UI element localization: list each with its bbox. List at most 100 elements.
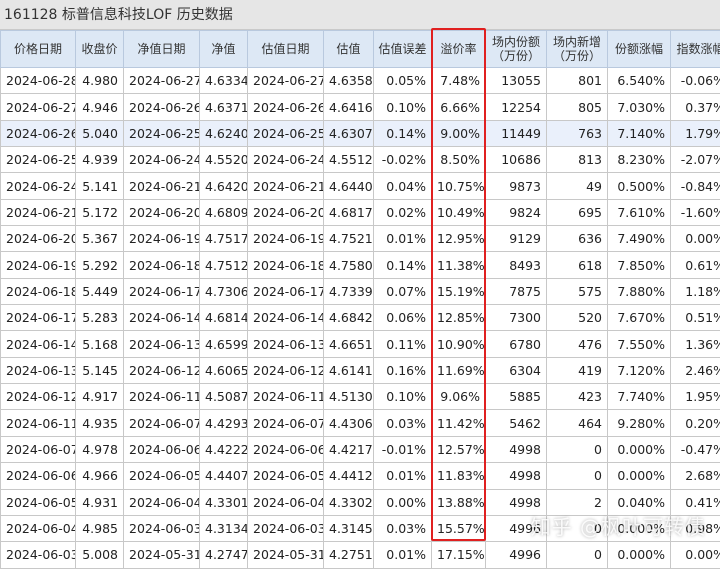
table-cell: 4.4306 [324, 410, 374, 436]
table-cell: 2024-06-13 [1, 357, 76, 383]
table-cell: 2024-06-12 [248, 357, 324, 383]
table-cell: 0.51% [671, 305, 720, 331]
column-header-label: 估值日期 [261, 42, 309, 56]
table-cell: 423 [547, 384, 608, 410]
table-cell: 4.5520 [200, 147, 248, 173]
table-cell: 10.90% [432, 331, 486, 357]
table-cell: 5.141 [76, 173, 124, 199]
table-cell: 4.3301 [200, 489, 248, 515]
table-cell: 7.740% [608, 384, 671, 410]
table-cell: 6304 [486, 357, 547, 383]
table-cell: -0.02% [374, 147, 432, 173]
table-row[interactable]: 2024-06-135.1452024-06-124.60652024-06-1… [1, 357, 720, 383]
table-row[interactable]: 2024-06-175.2832024-06-144.68142024-06-1… [1, 305, 720, 331]
column-header[interactable]: 收盘价 [76, 31, 124, 68]
table-row[interactable]: 2024-06-185.4492024-06-174.73062024-06-1… [1, 278, 720, 304]
table-cell: 4998 [486, 463, 547, 489]
table-row[interactable]: 2024-06-114.9352024-06-074.42932024-06-0… [1, 410, 720, 436]
column-header[interactable]: 净值日期 [124, 31, 200, 68]
table-cell: 2024-06-21 [248, 173, 324, 199]
column-header[interactable]: 份额涨幅 [608, 31, 671, 68]
column-header[interactable]: 估值误差 [374, 31, 432, 68]
column-header[interactable]: 场内新增（万份） [547, 31, 608, 68]
table-row[interactable]: 2024-06-245.1412024-06-214.64202024-06-2… [1, 173, 720, 199]
table-cell: 801 [547, 68, 608, 94]
table-cell: 12254 [486, 94, 547, 120]
table-cell: 0.37% [671, 94, 720, 120]
column-header[interactable]: 净值 [200, 31, 248, 68]
table-cell: 5.008 [76, 542, 124, 568]
table-row[interactable]: 2024-06-035.0082024-05-314.27472024-05-3… [1, 542, 720, 568]
column-header[interactable]: 估值日期 [248, 31, 324, 68]
column-header[interactable]: 估值 [324, 31, 374, 68]
table-row[interactable]: 2024-06-195.2922024-06-184.75122024-06-1… [1, 252, 720, 278]
table-cell: 813 [547, 147, 608, 173]
table-row[interactable]: 2024-06-145.1682024-06-134.65992024-06-1… [1, 331, 720, 357]
table-cell: 0.00% [374, 489, 432, 515]
table-row[interactable]: 2024-06-215.1722024-06-204.68092024-06-2… [1, 199, 720, 225]
page-title: 161128 标普信息科技LOF 历史数据 [0, 0, 720, 30]
table-cell: -0.06% [671, 68, 720, 94]
table-cell: 4.6651 [324, 331, 374, 357]
column-header-label: 收盘价 [81, 42, 117, 56]
table-cell: 2024-06-03 [1, 542, 76, 568]
table-cell: 464 [547, 410, 608, 436]
table-cell: 6.540% [608, 68, 671, 94]
table-cell: 4.6842 [324, 305, 374, 331]
table-cell: 2024-06-05 [1, 489, 76, 515]
table-row[interactable]: 2024-06-265.0402024-06-254.62402024-06-2… [1, 120, 720, 146]
table-cell: 5.145 [76, 357, 124, 383]
table-row[interactable]: 2024-06-284.9802024-06-274.63342024-06-2… [1, 68, 720, 94]
table-cell: 7.880% [608, 278, 671, 304]
column-header-label: 指数涨幅 [676, 42, 720, 56]
table-cell: 4.7580 [324, 252, 374, 278]
table-cell: 0.01% [374, 226, 432, 252]
table-cell: 2024-06-19 [1, 252, 76, 278]
column-header-label: 场内新增 [553, 35, 601, 49]
table-row[interactable]: 2024-06-064.9662024-06-054.44072024-06-0… [1, 463, 720, 489]
table-cell: 49 [547, 173, 608, 199]
table-cell: 7300 [486, 305, 547, 331]
column-header-label: 份额涨幅 [615, 42, 663, 56]
table-cell: 2024-06-14 [1, 331, 76, 357]
table-cell: 4.6416 [324, 94, 374, 120]
table-cell: 4.3134 [200, 515, 248, 541]
table-cell: 4.939 [76, 147, 124, 173]
table-cell: 2024-06-26 [248, 94, 324, 120]
table-cell: 695 [547, 199, 608, 225]
table-row[interactable]: 2024-06-254.9392024-06-244.55202024-06-2… [1, 147, 720, 173]
column-header-label: （万份） [492, 49, 540, 63]
table-cell: 4998 [486, 436, 547, 462]
table-cell: 5.449 [76, 278, 124, 304]
table-cell: 2024-06-05 [248, 463, 324, 489]
table-cell: 10686 [486, 147, 547, 173]
table-row[interactable]: 2024-06-274.9462024-06-264.63712024-06-2… [1, 94, 720, 120]
table-cell: 4.6141 [324, 357, 374, 383]
table-cell: 4.935 [76, 410, 124, 436]
table-cell: 1.79% [671, 120, 720, 146]
column-header[interactable]: 场内份额（万份） [486, 31, 547, 68]
column-header[interactable]: 指数涨幅 [671, 31, 720, 68]
table-cell: 0.01% [374, 463, 432, 489]
table-cell: 7.550% [608, 331, 671, 357]
table-cell: 805 [547, 94, 608, 120]
table-cell: -1.60% [671, 199, 720, 225]
table-row[interactable]: 2024-06-205.3672024-06-194.75172024-06-1… [1, 226, 720, 252]
table-cell: 0.06% [374, 305, 432, 331]
table-row[interactable]: 2024-06-124.9172024-06-114.50872024-06-1… [1, 384, 720, 410]
table-cell: 2.68% [671, 463, 720, 489]
table-cell: 4.6334 [200, 68, 248, 94]
table-cell: 13055 [486, 68, 547, 94]
table-cell: 0.16% [374, 357, 432, 383]
table-cell: 2024-06-19 [124, 226, 200, 252]
table-cell: 0 [547, 542, 608, 568]
table-cell: 2024-06-20 [124, 199, 200, 225]
column-header-label: 溢价率 [440, 42, 476, 56]
column-header[interactable]: 价格日期 [1, 31, 76, 68]
table-cell: 4.7339 [324, 278, 374, 304]
table-cell: 4.6065 [200, 357, 248, 383]
column-header[interactable]: 溢价率 [432, 31, 486, 68]
table-cell: 4.980 [76, 68, 124, 94]
table-cell: 4.931 [76, 489, 124, 515]
table-row[interactable]: 2024-06-074.9782024-06-064.42222024-06-0… [1, 436, 720, 462]
